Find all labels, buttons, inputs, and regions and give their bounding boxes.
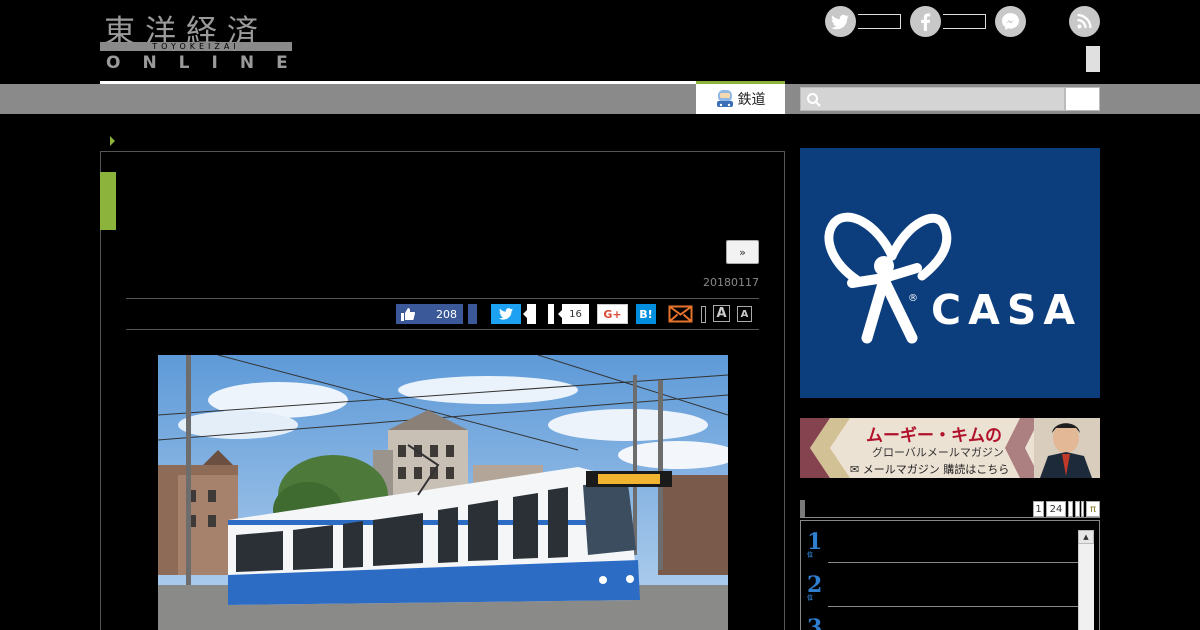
ad-mk-title: ムーギー・キムの [866, 426, 1002, 446]
ranking-header-line [800, 517, 1100, 518]
next-page-button[interactable]: » [726, 240, 759, 264]
google-plus-button[interactable]: G+ [597, 304, 628, 324]
tab-railway[interactable]: 鉄道 [696, 81, 785, 114]
ranking-number-3[interactable]: 3 [807, 617, 822, 630]
mail-icon[interactable] [668, 304, 693, 324]
site-logo[interactable]: 東洋経済 TOYOKEIZAI ONLINE [100, 6, 292, 73]
ranking-tab-3[interactable] [1068, 501, 1073, 517]
font-small-button[interactable]: A [737, 306, 752, 322]
casa-registered: ® [908, 293, 918, 304]
rss-icon[interactable] [1069, 6, 1100, 37]
casa-brand: CASA [931, 286, 1083, 334]
messenger-icon[interactable] [995, 6, 1026, 37]
facebook-like-count: 208 [436, 307, 457, 321]
ranking-separator [828, 606, 1078, 607]
ad-mail-magazine[interactable]: ムーギー・キムの グローバルメールマガジン ✉ メールマガジン 購読はこちら [800, 418, 1100, 478]
train-icon [716, 90, 733, 107]
facebook-count-box [943, 14, 986, 29]
ranking-separator [828, 562, 1078, 563]
pocket-count: 16 [562, 304, 589, 324]
tweet-count [527, 304, 536, 324]
facebook-share-button[interactable] [468, 304, 477, 324]
twitter-icon [499, 308, 513, 320]
divider [126, 298, 759, 299]
ranking-list [800, 520, 1100, 630]
search-icon [807, 93, 821, 107]
facebook-like-button[interactable]: 208 [396, 304, 463, 324]
thumbs-up-icon [401, 307, 415, 321]
ad-casa[interactable]: ® CASA [800, 148, 1100, 398]
ranking-header-accent [800, 500, 805, 518]
search-button[interactable] [1065, 87, 1100, 111]
breadcrumb-arrow-icon [110, 136, 115, 146]
tab-railway-label: 鉄道 [737, 92, 766, 108]
article-photo-tram [158, 355, 728, 630]
ranking-tab-1[interactable]: 1 [1033, 501, 1044, 517]
tweet-button[interactable] [491, 304, 521, 324]
ad-mk-subtitle: グローバルメールマガジン [872, 446, 1004, 459]
ranking-number-1[interactable]: 1 位 [807, 531, 822, 559]
facebook-icon[interactable] [910, 6, 941, 37]
pocket-button[interactable] [548, 304, 554, 324]
ranking-tab-5[interactable] [1081, 501, 1084, 517]
title-accent [100, 172, 116, 230]
ranking-number-2[interactable]: 2 位 [807, 574, 822, 602]
logo-online: ONLINE [106, 53, 310, 73]
twitter-icon[interactable] [825, 6, 856, 37]
twitter-count-box [858, 14, 901, 29]
ranking-tab-4[interactable] [1075, 501, 1080, 517]
ranking-tab-6[interactable]: π [1086, 501, 1100, 517]
print-button[interactable] [701, 306, 706, 323]
scroll-up-icon[interactable]: ▲ [1078, 530, 1094, 544]
ranking-tab-24[interactable]: 24 [1046, 501, 1066, 517]
divider [126, 329, 759, 330]
logo-sub: TOYOKEIZAI [152, 42, 240, 51]
search-input[interactable] [800, 87, 1065, 111]
font-large-button[interactable]: A [713, 305, 730, 322]
article-date: 20180117 [703, 276, 759, 289]
ranking-scrollbar[interactable] [1078, 530, 1094, 630]
rank-3: 3 [807, 615, 823, 630]
ad-mk-cta: ✉ メールマガジン 購読はこちら [850, 463, 1010, 476]
hatena-bookmark-button[interactable]: B! [636, 304, 656, 324]
menu-toggle[interactable] [1086, 46, 1100, 72]
